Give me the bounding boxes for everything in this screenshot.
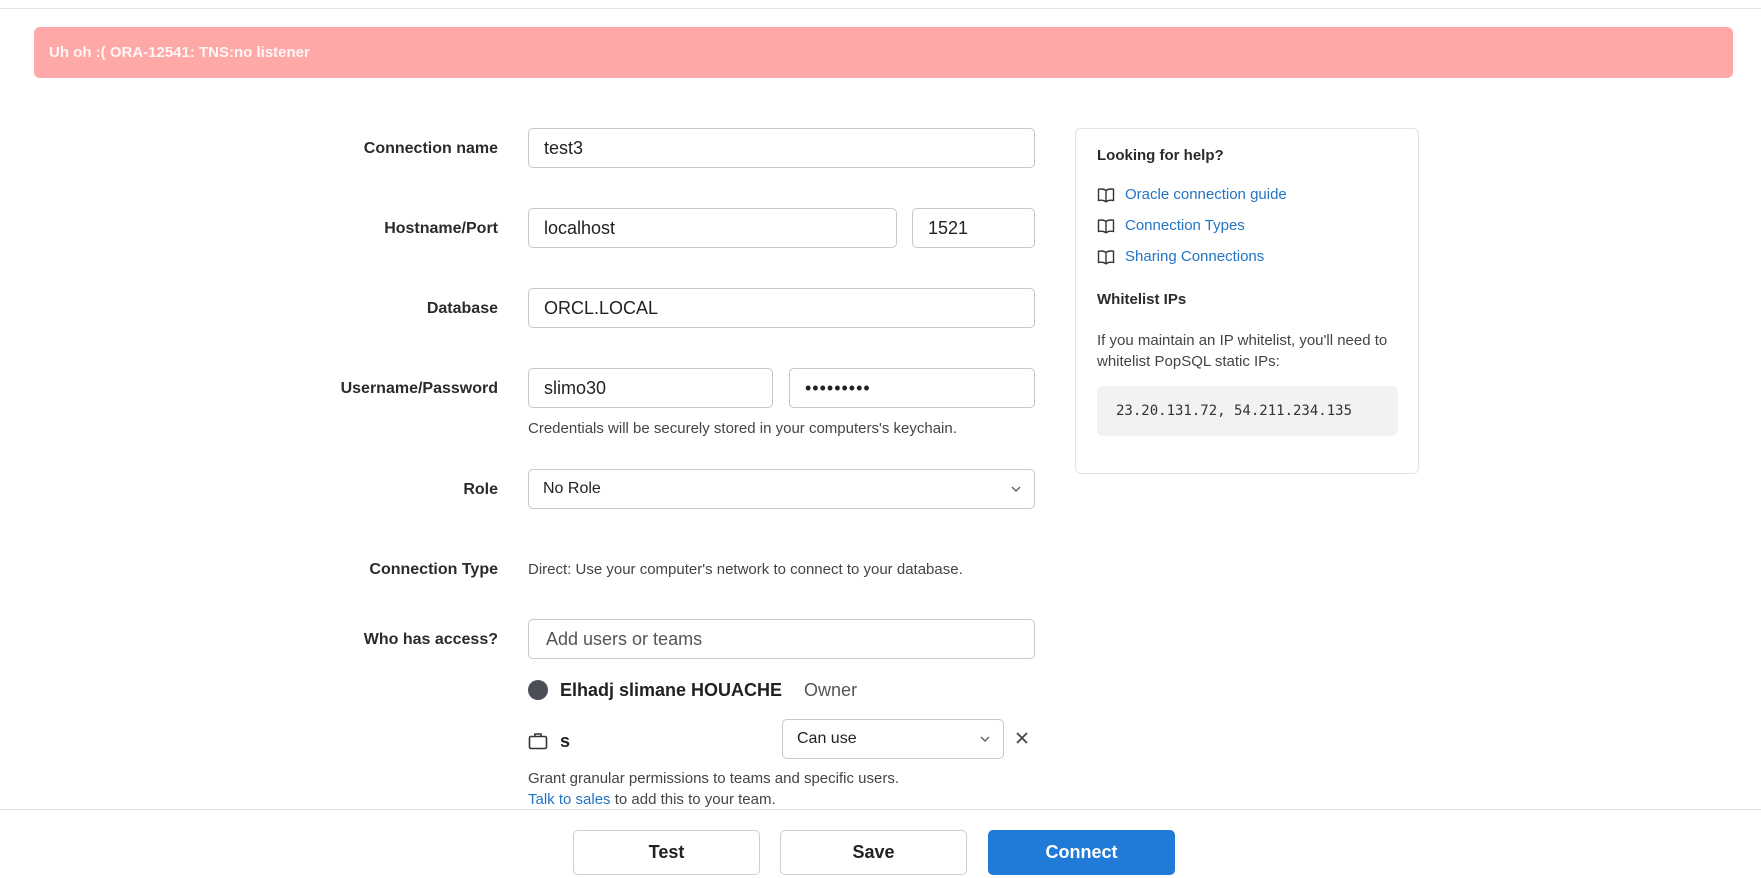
credentials-hint: Credentials will be securely stored in y… [528, 420, 957, 437]
database-input[interactable] [528, 288, 1035, 328]
book-icon [1097, 187, 1115, 203]
whitelist-text: If you maintain an IP whitelist, you'll … [1097, 332, 1388, 370]
talk-to-sales-suffix: to add this to your team. [610, 791, 776, 808]
team-permission-select[interactable]: Can use [782, 719, 1004, 759]
chevron-down-icon [1011, 486, 1021, 493]
close-icon[interactable] [1015, 731, 1029, 745]
connection-type-value: Direct: Use your computer's network to c… [528, 561, 963, 578]
static-ips-value: 23.20.131.72, 54.211.234.135 [1116, 403, 1353, 419]
owner-name: Elhadj slimane HOUACHE [560, 679, 783, 700]
owner-role: Owner [804, 679, 858, 700]
error-banner: Uh oh :( ORA-12541: TNS:no listener [34, 27, 1733, 78]
role-selected-value: No Role [543, 480, 601, 497]
hostname-port-label: Hostname/Port [384, 220, 498, 237]
add-users-input[interactable] [528, 619, 1035, 659]
sharing-connections-label: Sharing Connections [1125, 248, 1265, 265]
connection-types-link[interactable]: Connection Types [1097, 217, 1245, 234]
connection-name-label: Connection name [363, 140, 498, 157]
save-button[interactable]: Save [780, 830, 967, 875]
connection-name-input[interactable] [528, 128, 1035, 168]
book-icon [1097, 249, 1115, 265]
talk-to-sales-line: Talk to sales to add this to your team. [528, 791, 776, 808]
connection-types-label: Connection Types [1125, 217, 1245, 234]
team-name: s [560, 730, 571, 751]
username-input[interactable] [528, 368, 773, 408]
chevron-down-icon [980, 736, 990, 743]
database-label: Database [426, 300, 498, 317]
avatar [528, 680, 548, 700]
oracle-guide-link[interactable]: Oracle connection guide [1097, 186, 1287, 203]
help-title: Looking for help? [1097, 147, 1224, 164]
port-input[interactable] [912, 208, 1035, 248]
role-select[interactable]: No Role [528, 469, 1035, 509]
top-divider [0, 8, 1761, 9]
team-permission-value: Can use [797, 730, 857, 747]
team-row: s [528, 729, 570, 753]
briefcase-icon [528, 733, 548, 750]
role-label: Role [463, 481, 498, 498]
test-button[interactable]: Test [573, 830, 760, 875]
book-icon [1097, 218, 1115, 234]
connect-button[interactable]: Connect [988, 830, 1175, 875]
access-label: Who has access? [363, 631, 498, 648]
password-input[interactable] [789, 368, 1035, 408]
hostname-input[interactable] [528, 208, 897, 248]
grant-text: Grant granular permissions to teams and … [528, 770, 899, 787]
error-message: Uh oh :( ORA-12541: TNS:no listener [49, 44, 310, 61]
static-ips: 23.20.131.72, 54.211.234.135 [1097, 386, 1398, 436]
help-panel: Looking for help? Oracle connection guid… [1075, 128, 1419, 474]
oracle-guide-label: Oracle connection guide [1125, 186, 1287, 203]
connection-type-label: Connection Type [369, 561, 498, 578]
talk-to-sales-link[interactable]: Talk to sales [528, 791, 611, 808]
username-password-label: Username/Password [340, 380, 498, 397]
owner-row: Elhadj slimane HOUACHE Owner [528, 678, 857, 702]
sharing-connections-link[interactable]: Sharing Connections [1097, 248, 1264, 265]
whitelist-title: Whitelist IPs [1097, 291, 1187, 308]
